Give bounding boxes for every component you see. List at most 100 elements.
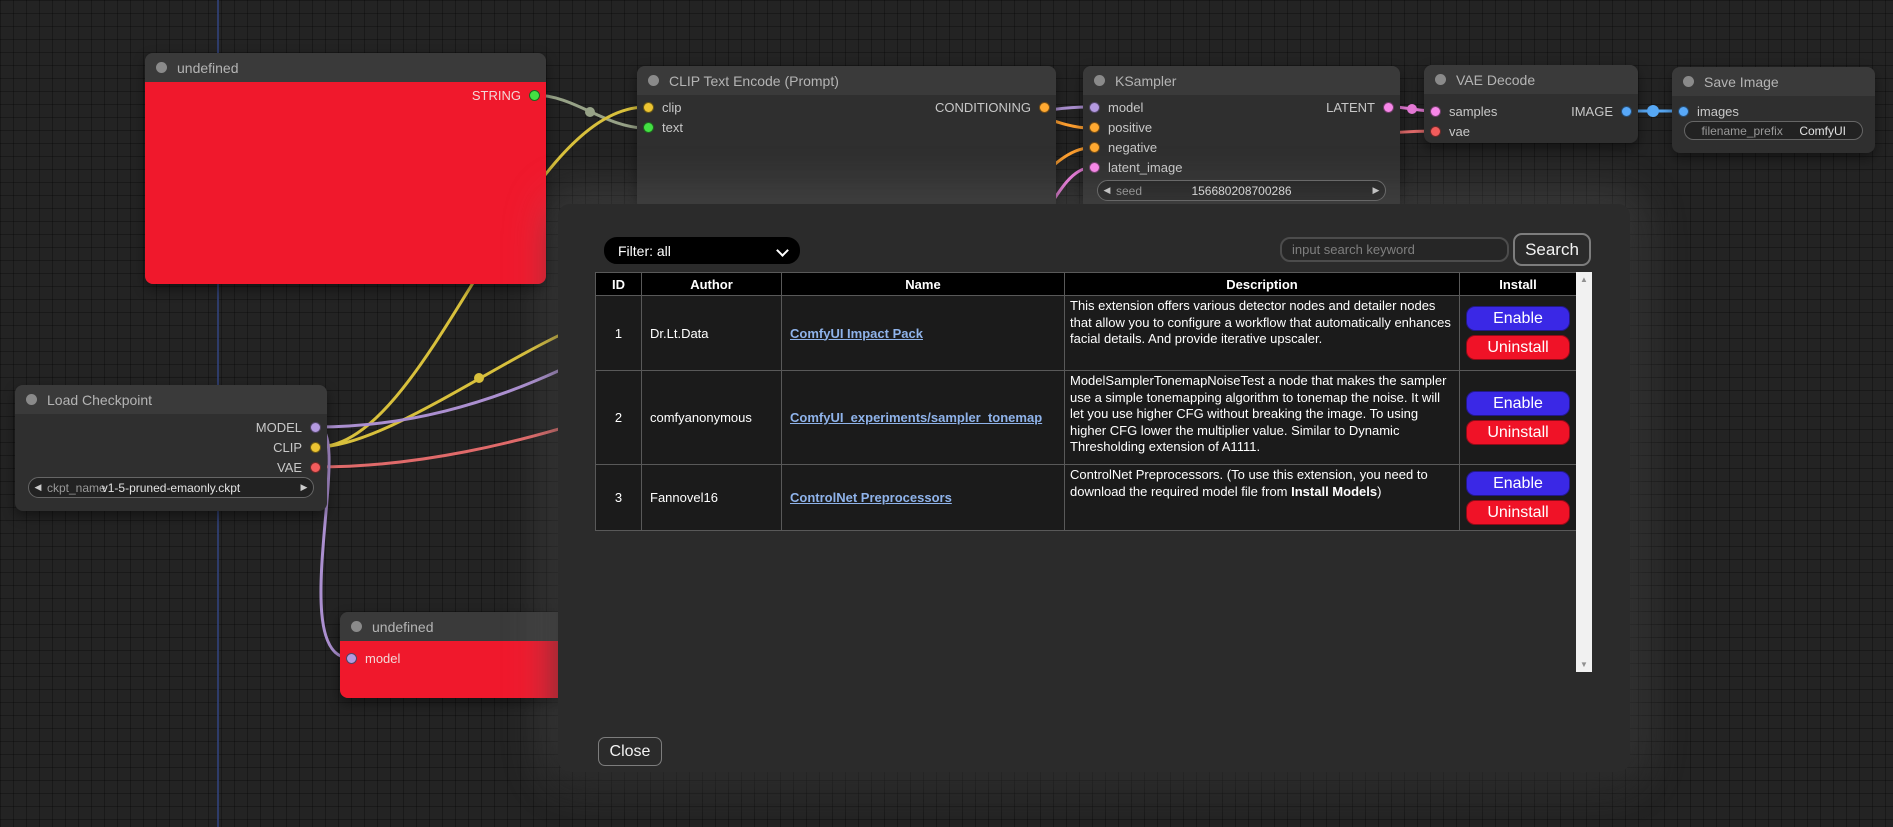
table-scrollbar[interactable]: ▲ ▼ [1576, 272, 1592, 672]
slot-dot-text[interactable] [643, 122, 654, 133]
node-body-error: STRING [145, 82, 546, 284]
node-collapse-dot[interactable] [351, 621, 362, 632]
node-body: cliptext CONDITIONING [637, 95, 1056, 211]
extension-id: 2 [596, 371, 642, 465]
wire-dot [1647, 105, 1659, 117]
widget-label: filename_prefix [1685, 124, 1799, 138]
uninstall-button[interactable]: Uninstall [1466, 420, 1570, 445]
node-collapse-dot[interactable] [1094, 75, 1105, 86]
slot-dot-IMAGE[interactable] [1621, 106, 1632, 117]
node-clip-text-encode[interactable]: CLIP Text Encode (Prompt) cliptext CONDI… [637, 66, 1056, 211]
slot-dot-vae[interactable] [1430, 126, 1441, 137]
filter-select-wrap: Filter: all [604, 237, 800, 264]
slot-dot-CLIP[interactable] [310, 442, 321, 453]
extension-name-link[interactable]: ComfyUI_experiments/sampler_tonemap [790, 410, 1042, 425]
enable-button[interactable]: Enable [1466, 306, 1570, 331]
decrement-arrow-icon[interactable]: ◀ [1098, 185, 1116, 196]
search-button[interactable]: Search [1513, 233, 1591, 266]
node-body: samplesvae IMAGE [1424, 94, 1638, 143]
node-load-checkpoint[interactable]: Load Checkpoint MODEL CLIPVAE ◀ ckpt_name… [15, 385, 327, 511]
output-slot-STRING: STRING [145, 85, 546, 105]
node-header[interactable]: Save Image [1672, 67, 1875, 96]
extension-id: 1 [596, 296, 642, 371]
header-id: ID [596, 273, 642, 296]
slot-label: images [1697, 104, 1739, 119]
slot-dot-LATENT[interactable] [1383, 102, 1394, 113]
uninstall-button[interactable]: Uninstall [1466, 500, 1570, 525]
ckpt-name-widget[interactable]: ◀ ckpt_name v1-5-pruned-emaonly.ckpt ▶ [28, 477, 314, 498]
node-header[interactable]: undefined [145, 53, 546, 82]
slot-dot-CONDITIONING[interactable] [1039, 102, 1050, 113]
extension-name-link[interactable]: ControlNet Preprocessors [790, 490, 952, 505]
node-header[interactable]: KSampler [1083, 66, 1400, 95]
extension-id: 3 [596, 465, 642, 531]
node-undefined-bottom[interactable]: undefined model [340, 612, 576, 698]
slot-dot-latent_image[interactable] [1089, 162, 1100, 173]
slot-dot-negative[interactable] [1089, 142, 1100, 153]
seed-widget[interactable]: ◀ seed 156680208700286 ▶ [1097, 180, 1386, 201]
output-slot-VAE: VAE [15, 457, 327, 477]
extension-name-link[interactable]: ComfyUI Impact Pack [790, 326, 923, 341]
uninstall-button[interactable]: Uninstall [1466, 335, 1570, 360]
slot-dot-model[interactable] [346, 653, 357, 664]
decrement-arrow-icon[interactable]: ◀ [29, 482, 47, 493]
slot-label: CONDITIONING [935, 100, 1031, 115]
slot-label: text [662, 120, 683, 135]
node-header[interactable]: VAE Decode [1424, 65, 1638, 94]
slot-dot-positive[interactable] [1089, 122, 1100, 133]
node-collapse-dot[interactable] [1435, 74, 1446, 85]
search-input[interactable] [1280, 237, 1509, 262]
node-header[interactable]: undefined [340, 612, 576, 641]
input-slot-images: images [1672, 101, 1875, 121]
increment-arrow-icon[interactable]: ▶ [1367, 185, 1385, 196]
extensions-table-zone: ID Author Name Description Install 1Dr.L… [595, 272, 1592, 672]
extension-row: 3Fannovel16ControlNet PreprocessorsContr… [596, 465, 1577, 531]
node-title: VAE Decode [1456, 72, 1535, 88]
extension-install-cell: Enable Uninstall [1460, 371, 1577, 465]
node-save-image[interactable]: Save Image images filename_prefix ComfyU… [1672, 67, 1875, 153]
node-ksampler[interactable]: KSampler modelpositivenegativelatent_ima… [1083, 66, 1400, 211]
scroll-down-icon[interactable]: ▼ [1576, 660, 1592, 669]
increment-arrow-icon[interactable]: ▶ [295, 482, 313, 493]
header-description: Description [1065, 273, 1460, 296]
table-header-row: ID Author Name Description Install [596, 273, 1577, 296]
extension-name-cell: ComfyUI_experiments/sampler_tonemap [782, 371, 1065, 465]
description-segment: ) [1377, 484, 1381, 499]
node-title: undefined [372, 619, 434, 635]
filename-prefix-widget[interactable]: filename_prefix ComfyUI [1684, 121, 1863, 140]
node-title: CLIP Text Encode (Prompt) [669, 73, 839, 89]
node-body: MODEL CLIPVAE ◀ ckpt_name v1-5-pruned-ema… [15, 414, 327, 511]
node-title: Load Checkpoint [47, 392, 152, 408]
filter-select[interactable]: Filter: all [604, 237, 800, 264]
node-body-error: model [340, 641, 576, 698]
slot-dot-MODEL[interactable] [310, 422, 321, 433]
extension-row: 2comfyanonymous ComfyUI_experiments/sampl… [596, 371, 1577, 465]
extension-author: comfyanonymous [642, 371, 782, 465]
slot-dot-STRING[interactable] [529, 90, 540, 101]
extension-description: This extension offers various detector n… [1065, 296, 1460, 371]
extension-author: Fannovel16 [642, 465, 782, 531]
enable-button[interactable]: Enable [1466, 391, 1570, 416]
node-undefined-top[interactable]: undefined STRING [145, 53, 546, 284]
extension-install-cell: Enable Uninstall [1460, 296, 1577, 371]
node-vae-decode[interactable]: VAE Decode samplesvae IMAGE [1424, 65, 1638, 143]
header-install: Install [1460, 273, 1577, 296]
slot-label: MODEL [256, 420, 302, 435]
node-header[interactable]: Load Checkpoint [15, 385, 327, 414]
node-collapse-dot[interactable] [1683, 76, 1694, 87]
widget-value: 156680208700286 [1128, 184, 1355, 198]
node-collapse-dot[interactable] [26, 394, 37, 405]
slot-label: vae [1449, 124, 1470, 139]
slot-dot-VAE[interactable] [310, 462, 321, 473]
close-button[interactable]: Close [598, 737, 662, 766]
node-body: images filename_prefix ComfyUI [1672, 96, 1875, 153]
node-collapse-dot[interactable] [156, 62, 167, 73]
node-header[interactable]: CLIP Text Encode (Prompt) [637, 66, 1056, 95]
slot-dot-images[interactable] [1678, 106, 1689, 117]
wire-dot [474, 373, 484, 383]
scroll-up-icon[interactable]: ▲ [1576, 275, 1592, 284]
widget-value: ComfyUI [1799, 124, 1846, 138]
output-slot-CLIP: CLIP [15, 437, 327, 457]
node-collapse-dot[interactable] [648, 75, 659, 86]
enable-button[interactable]: Enable [1466, 471, 1570, 496]
